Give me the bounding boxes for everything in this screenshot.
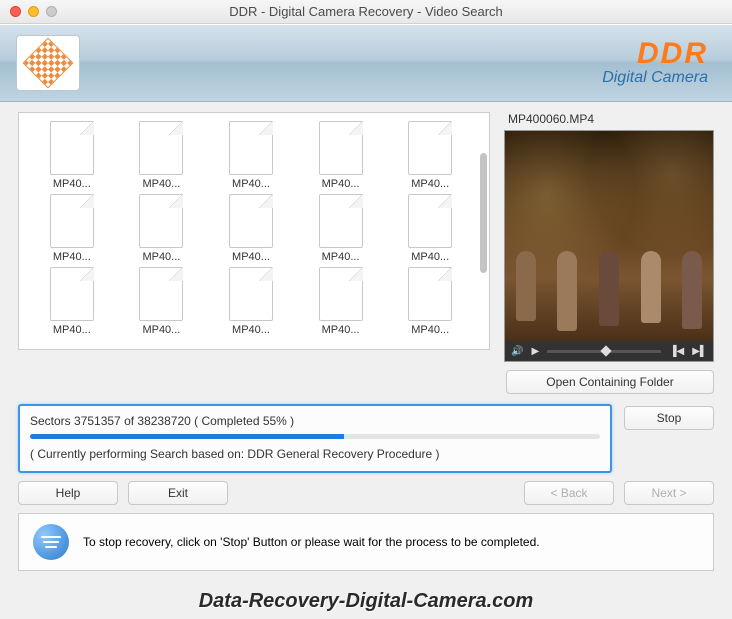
next-button: Next >: [624, 481, 714, 505]
recovered-files-panel[interactable]: MP40... MP40... MP40... MP40... MP40... MP40.…: [18, 112, 490, 350]
file-icon: [50, 121, 94, 175]
window-controls: [0, 6, 57, 17]
file-icon: [139, 194, 183, 248]
prev-icon[interactable]: ▐◀: [669, 346, 684, 357]
progress-mode-text: ( Currently performing Search based on: …: [30, 447, 600, 461]
file-item[interactable]: MP40...: [387, 194, 473, 263]
file-item[interactable]: MP40...: [119, 267, 205, 336]
file-label: MP40...: [232, 178, 270, 190]
progress-bar: [30, 434, 600, 439]
file-item[interactable]: MP40...: [387, 267, 473, 336]
file-item[interactable]: MP40...: [29, 194, 115, 263]
video-seek-bar[interactable]: [547, 350, 661, 353]
file-item[interactable]: MP40...: [119, 121, 205, 190]
next-icon[interactable]: ▶▌: [692, 346, 707, 357]
file-label: MP40...: [322, 178, 360, 190]
brand-title: DDR: [602, 37, 708, 71]
close-window-button[interactable]: [10, 6, 21, 17]
file-item[interactable]: MP40...: [208, 194, 294, 263]
file-label: MP40...: [142, 178, 180, 190]
file-item[interactable]: MP40...: [208, 121, 294, 190]
file-icon: [408, 194, 452, 248]
file-icon: [408, 267, 452, 321]
app-banner: DDR Digital Camera: [0, 24, 732, 102]
zoom-window-button: [46, 6, 57, 17]
file-item[interactable]: MP40...: [298, 194, 384, 263]
app-logo-icon: [16, 35, 80, 91]
file-icon: [139, 121, 183, 175]
preview-filename: MP400060.MP4: [504, 112, 714, 126]
file-icon: [319, 121, 363, 175]
file-icon: [229, 267, 273, 321]
file-label: MP40...: [53, 324, 91, 336]
file-item[interactable]: MP40...: [29, 121, 115, 190]
file-item[interactable]: MP40...: [387, 121, 473, 190]
file-panel-scrollbar[interactable]: [480, 153, 487, 273]
open-containing-folder-button[interactable]: Open Containing Folder: [506, 370, 714, 394]
file-label: MP40...: [142, 251, 180, 263]
stop-button[interactable]: Stop: [624, 406, 714, 430]
video-controls: 🔊 ▶ ▐◀ ▶▌: [505, 341, 713, 361]
file-item[interactable]: MP40...: [298, 267, 384, 336]
play-icon[interactable]: ▶: [531, 346, 539, 357]
file-label: MP40...: [411, 178, 449, 190]
file-label: MP40...: [53, 178, 91, 190]
file-item[interactable]: MP40...: [298, 121, 384, 190]
file-label: MP40...: [322, 251, 360, 263]
file-icon: [319, 267, 363, 321]
file-label: MP40...: [232, 324, 270, 336]
file-label: MP40...: [142, 324, 180, 336]
file-icon: [139, 267, 183, 321]
volume-icon[interactable]: 🔊: [511, 346, 523, 357]
watermark-text: Data-Recovery-Digital-Camera.com: [0, 590, 732, 613]
file-icon: [50, 194, 94, 248]
file-item[interactable]: MP40...: [208, 267, 294, 336]
back-button: < Back: [524, 481, 614, 505]
help-button[interactable]: Help: [18, 481, 118, 505]
video-preview: 🔊 ▶ ▐◀ ▶▌: [504, 130, 714, 362]
file-icon: [229, 121, 273, 175]
window-title: DDR - Digital Camera Recovery - Video Se…: [0, 4, 732, 19]
file-label: MP40...: [411, 324, 449, 336]
hint-text: To stop recovery, click on 'Stop' Button…: [83, 535, 540, 549]
file-label: MP40...: [53, 251, 91, 263]
exit-button[interactable]: Exit: [128, 481, 228, 505]
file-item[interactable]: MP40...: [119, 194, 205, 263]
file-icon: [319, 194, 363, 248]
file-item[interactable]: MP40...: [29, 267, 115, 336]
titlebar: DDR - Digital Camera Recovery - Video Se…: [0, 0, 732, 24]
file-label: MP40...: [411, 251, 449, 263]
file-label: MP40...: [322, 324, 360, 336]
info-icon: [33, 524, 69, 560]
progress-panel: Sectors 3751357 of 38238720 ( Completed …: [18, 404, 612, 473]
file-icon: [229, 194, 273, 248]
minimize-window-button[interactable]: [28, 6, 39, 17]
file-label: MP40...: [232, 251, 270, 263]
video-frame: [505, 131, 713, 341]
file-icon: [50, 267, 94, 321]
brand-subtitle: Digital Camera: [602, 69, 708, 87]
progress-sectors-text: Sectors 3751357 of 38238720 ( Completed …: [30, 414, 600, 428]
file-icon: [408, 121, 452, 175]
hint-panel: To stop recovery, click on 'Stop' Button…: [18, 513, 714, 571]
